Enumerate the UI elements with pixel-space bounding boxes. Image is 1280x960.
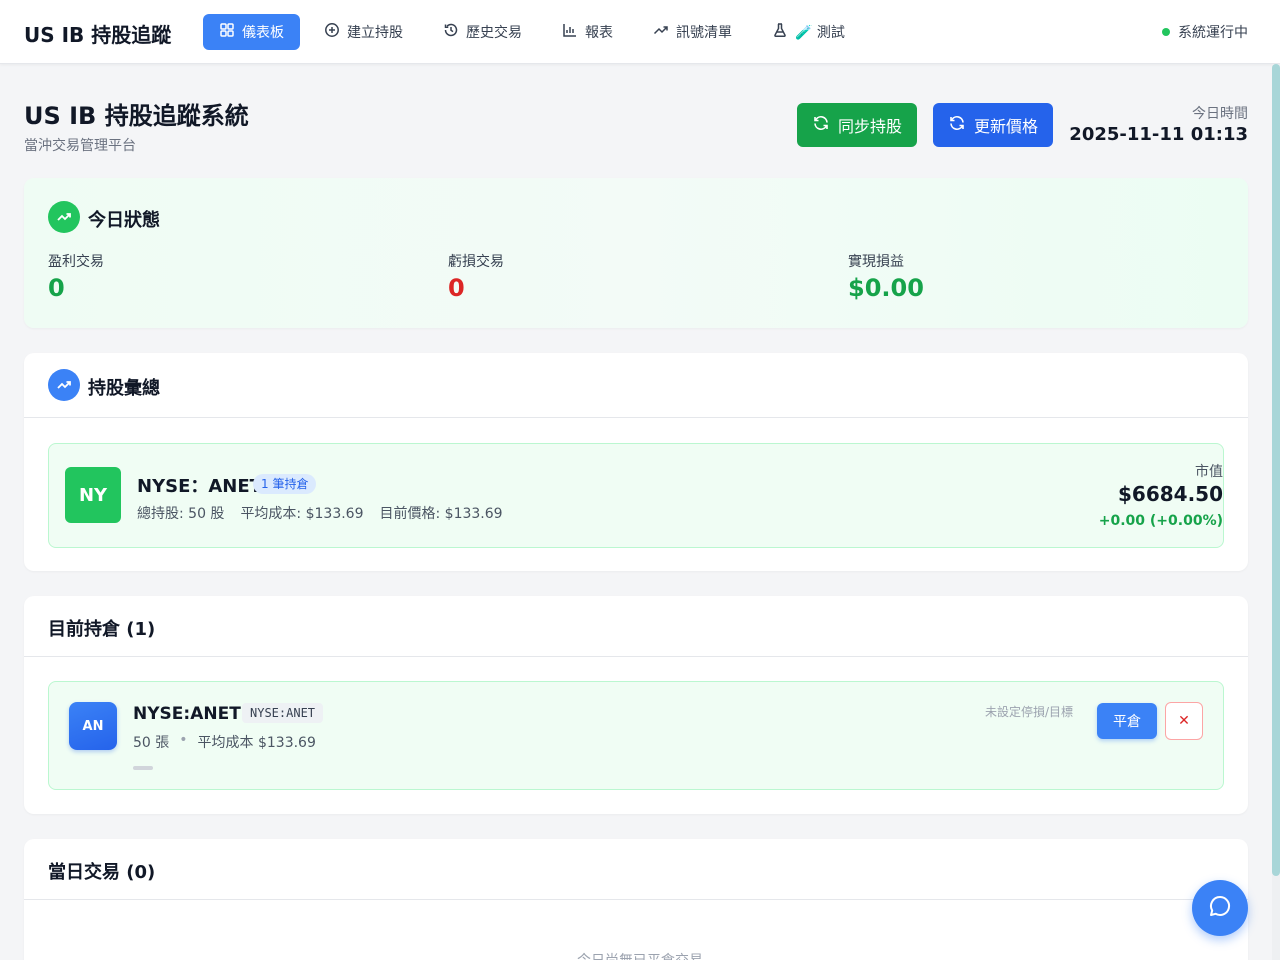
plus-circle-icon: [324, 22, 340, 42]
meta-separator: •: [179, 732, 188, 748]
current-positions-title: 目前持倉 (1): [48, 619, 156, 640]
close-position-button[interactable]: 平倉: [1097, 703, 1157, 739]
nav-signals-label: 訊號清單: [676, 25, 732, 41]
update-button-label: 更新價格: [973, 117, 1038, 136]
position-meta: 50 張 • 平均成本 $133.69: [133, 732, 316, 752]
nav-signals[interactable]: 訊號清單: [637, 14, 748, 50]
average-cost: 平均成本: $133.69: [240, 506, 364, 522]
status-dot-icon: [1162, 28, 1170, 36]
nav-create-position[interactable]: 建立持股: [308, 14, 419, 50]
holding-meta: 總持股: 50 股 平均成本: $133.69 目前價格: $133.69: [137, 503, 503, 523]
bar-chart-icon: [562, 22, 578, 42]
profit-trades-value: 0: [48, 274, 65, 302]
trending-up-icon: [48, 369, 80, 401]
system-status-text: 系統運行中: [1178, 25, 1248, 41]
loss-trades-label: 虧損交易: [448, 254, 504, 270]
position-progress-bar: [133, 766, 153, 770]
nav-history[interactable]: 歷史交易: [427, 14, 538, 50]
nav-reports-label: 報表: [585, 25, 613, 41]
position-avg-cost: 平均成本 $133.69: [197, 735, 316, 751]
holding-symbol: NYSE：ANET: [137, 476, 262, 497]
update-prices-button[interactable]: 更新價格: [933, 103, 1053, 147]
nav-dashboard[interactable]: 儀表板: [203, 14, 300, 50]
card-divider: [24, 656, 1248, 657]
today-status-card: [24, 178, 1248, 328]
nav-test[interactable]: 🧪 測試: [756, 14, 861, 50]
total-shares: 總持股: 50 股: [137, 506, 225, 522]
realized-pnl-value: $0.00: [848, 274, 924, 302]
nav-test-label: 🧪 測試: [795, 25, 845, 41]
history-icon: [443, 22, 459, 42]
market-value-change: +0.00 (+0.00%): [1098, 513, 1223, 529]
today-status-title: 今日狀態: [88, 210, 160, 231]
refresh-icon: [812, 114, 830, 136]
today-time-label: 今日時間: [1192, 106, 1248, 122]
market-value: $6684.50: [1117, 482, 1223, 506]
exchange-badge: NY: [65, 467, 121, 523]
trending-up-icon: [48, 201, 80, 233]
today-time-value: 2025-11-11 01:13: [1069, 124, 1248, 145]
current-price: 目前價格: $133.69: [379, 506, 503, 522]
nav-create-label: 建立持股: [347, 25, 403, 41]
app-brand[interactable]: US IB 持股追蹤: [24, 19, 171, 48]
page-title: US IB 持股追蹤系統: [24, 102, 249, 130]
system-status: 系統運行中: [1162, 22, 1248, 42]
scrollbar-thumb[interactable]: [1272, 64, 1280, 876]
nav-reports[interactable]: 報表: [546, 14, 629, 50]
sync-holdings-button[interactable]: 同步持股: [797, 103, 917, 147]
close-icon: ✕: [1178, 713, 1190, 729]
card-divider: [24, 417, 1248, 418]
chat-fab-button[interactable]: [1192, 880, 1248, 936]
stop-target-hint[interactable]: 未設定停損/目標: [985, 703, 1073, 720]
position-quantity: 50 張: [133, 735, 170, 751]
nav-dashboard-label: 儀表板: [242, 25, 284, 41]
sync-button-label: 同步持股: [837, 117, 902, 136]
today-trades-title: 當日交易 (0): [48, 862, 156, 883]
main-nav: 儀表板 建立持股 歷史交易 報表 訊號清單 🧪 測試: [203, 14, 861, 50]
card-divider: [24, 899, 1248, 900]
dashboard-icon: [219, 22, 235, 42]
market-value-label: 市值: [1195, 464, 1223, 480]
page-subtitle: 當沖交易管理平台: [24, 138, 136, 154]
empty-trades-message: 今日尚無已平倉交易: [0, 950, 1280, 960]
remove-position-button[interactable]: ✕: [1165, 702, 1203, 740]
position-count-badge: 1 筆持倉: [253, 474, 317, 494]
flask-icon: [772, 22, 788, 42]
holdings-summary-title: 持股彙總: [88, 378, 160, 399]
trending-up-icon: [653, 22, 669, 42]
top-navbar: US IB 持股追蹤 儀表板 建立持股 歷史交易 報表 訊號清單 🧪 測試 系統…: [0, 0, 1280, 64]
symbol-avatar: AN: [69, 702, 117, 750]
position-tag: NYSE:ANET: [242, 703, 324, 723]
chat-bubble-icon: [1207, 893, 1233, 923]
loss-trades-value: 0: [448, 274, 465, 302]
refresh-icon: [948, 114, 966, 136]
position-symbol: NYSE:ANET: [133, 704, 241, 724]
profit-trades-label: 盈利交易: [48, 254, 104, 270]
today-trades-card: [24, 839, 1248, 960]
nav-history-label: 歷史交易: [466, 25, 522, 41]
realized-pnl-label: 實現損益: [848, 254, 904, 270]
